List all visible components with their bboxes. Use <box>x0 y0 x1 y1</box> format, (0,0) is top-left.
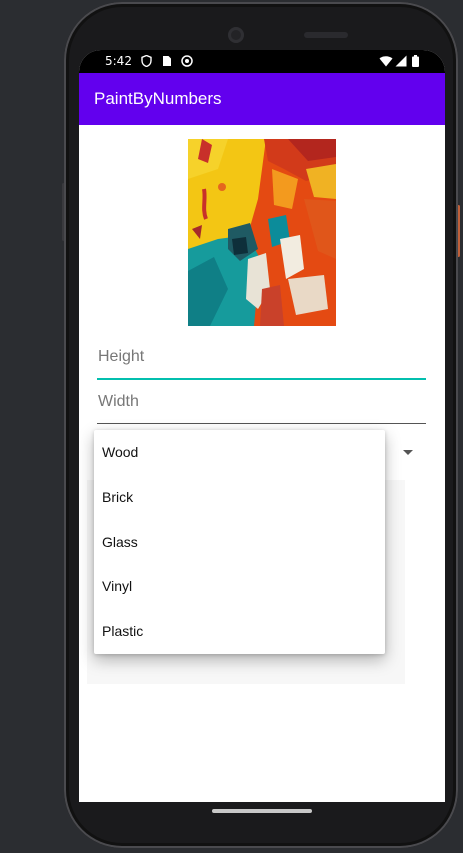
menu-item-brick[interactable]: Brick <box>94 475 385 520</box>
signal-icon <box>395 55 407 70</box>
wifi-icon <box>379 55 393 70</box>
app-bar: PaintByNumbers <box>79 73 445 125</box>
material-dropdown-menu[interactable]: Wood Brick Glass Vinyl Plastic <box>94 430 385 654</box>
device-screen: 5:42 PaintByNumbers Height Width Wood Br… <box>79 50 445 802</box>
abstract-painting-image <box>188 139 336 326</box>
home-indicator[interactable] <box>212 809 312 813</box>
earpiece-speaker <box>304 32 348 38</box>
dropdown-arrow-icon[interactable] <box>403 450 413 455</box>
width-placeholder: Width <box>98 393 139 410</box>
menu-item-vinyl[interactable]: Vinyl <box>94 564 385 609</box>
front-camera-icon <box>228 27 244 43</box>
menu-item-wood[interactable]: Wood <box>94 430 385 475</box>
shield-icon <box>141 54 152 70</box>
height-input[interactable]: Height <box>97 342 426 380</box>
notification-icon <box>181 55 193 70</box>
menu-item-plastic[interactable]: Plastic <box>94 609 385 654</box>
sim-card-icon <box>162 55 172 70</box>
width-input[interactable]: Width <box>97 387 426 424</box>
height-placeholder: Height <box>98 348 145 365</box>
status-time: 5:42 <box>105 54 132 68</box>
status-bar: 5:42 <box>79 50 445 73</box>
menu-item-glass[interactable]: Glass <box>94 520 385 565</box>
app-title: PaintByNumbers <box>94 89 222 108</box>
battery-icon <box>412 55 419 70</box>
